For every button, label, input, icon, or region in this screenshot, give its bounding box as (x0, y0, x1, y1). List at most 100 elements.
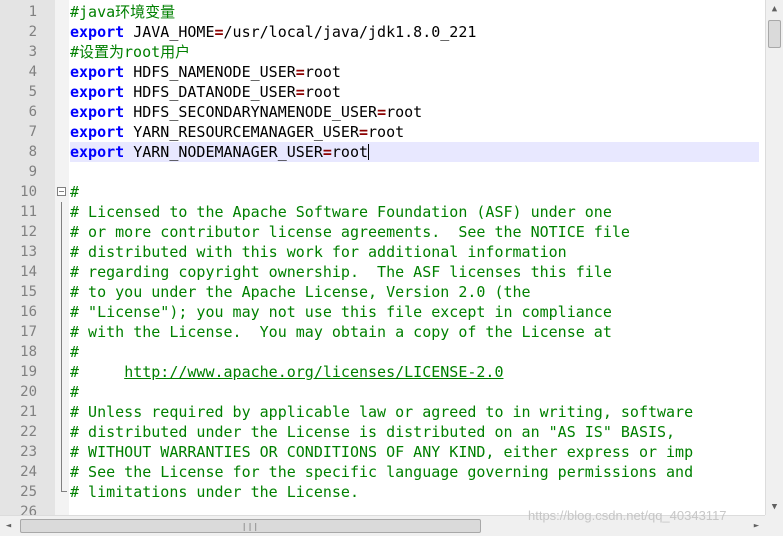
code-line[interactable]: 24 # See the License for the specific lan… (0, 462, 765, 482)
code-line[interactable]: 10 # (0, 182, 765, 202)
code-line[interactable]: 20 # (0, 382, 765, 402)
fold-guide-line (61, 202, 62, 222)
line-content (70, 162, 759, 182)
code-lines: 1 #java环境变量 2 export JAVA_HOME=/usr/local/j… (0, 2, 765, 515)
code-line[interactable]: 19 # http://www.apache.org/licenses/LICEN… (0, 362, 765, 382)
comment: # "License"); you may not use this file … (70, 303, 612, 321)
horizontal-scroll-thumb[interactable]: ||| (20, 519, 481, 533)
code-line[interactable]: 7 export YARN_RESOURCEMANAGER_USER=root (0, 122, 765, 142)
fold-guide-line (61, 362, 62, 382)
code-line[interactable]: 3 #设置为root用户 (0, 42, 765, 62)
scroll-left-arrow-icon[interactable]: ◄ (0, 516, 17, 536)
code-text: YARN_NODEMANAGER_USER (124, 143, 323, 161)
fold-guide-line (61, 442, 62, 462)
code-line[interactable]: 6 export HDFS_SECONDARYNAMENODE_USER=root (0, 102, 765, 122)
code-line[interactable]: 15 # to you under the Apache License, Ver… (0, 282, 765, 302)
line-content: # WITHOUT WARRANTIES OR CONDITIONS OF AN… (70, 442, 759, 462)
fold-guide-line (61, 282, 62, 302)
line-number: 3 (28, 44, 37, 60)
line-number: 23 (20, 444, 37, 460)
line-number: 9 (28, 164, 37, 180)
line-number: 17 (20, 324, 37, 340)
line-number: 11 (20, 204, 37, 220)
code-text: root (304, 63, 341, 81)
line-content: #java环境变量 (70, 2, 759, 22)
line-number: 13 (20, 244, 37, 260)
code-text: JAVA_HOME (124, 23, 215, 41)
line-number: 1 (28, 4, 37, 20)
license-link[interactable]: http://www.apache.org/licenses/LICENSE-2… (124, 363, 503, 381)
code-line[interactable]: 18 # (0, 342, 765, 362)
scroll-up-arrow-icon[interactable]: ▲ (766, 0, 783, 17)
line-content: # with the License. You may obtain a cop… (70, 322, 759, 342)
line-number: 8 (28, 144, 37, 160)
line-number: 16 (20, 304, 37, 320)
operator: = (295, 83, 305, 101)
comment: # limitations under the License. (70, 483, 359, 501)
line-content: export JAVA_HOME=/usr/local/java/jdk1.8.… (70, 22, 759, 42)
comment: # distributed under the License is distr… (70, 423, 676, 441)
scroll-right-arrow-icon[interactable]: ► (748, 516, 765, 536)
line-number: 25 (20, 484, 37, 500)
code-line[interactable]: 16 # "License"); you may not use this fil… (0, 302, 765, 322)
comment: # (70, 383, 80, 401)
code-line[interactable]: 4 export HDFS_NAMENODE_USER=root (0, 62, 765, 82)
line-content: # http://www.apache.org/licenses/LICENSE… (70, 362, 759, 382)
code-line[interactable]: 9 (0, 162, 765, 182)
code-line[interactable]: 17 # with the License. You may obtain a c… (0, 322, 765, 342)
code-line[interactable]: 12 # or more contributor license agreemen… (0, 222, 765, 242)
operator: = (359, 123, 369, 141)
fold-guide-line (61, 462, 62, 482)
line-content: # distributed under the License is distr… (70, 422, 759, 442)
line-content: export HDFS_SECONDARYNAMENODE_USER=root (70, 102, 759, 122)
line-content: # to you under the Apache License, Versi… (70, 282, 759, 302)
fold-guide-line (61, 322, 62, 342)
fold-guide-line (61, 262, 62, 282)
vertical-scroll-thumb[interactable] (768, 20, 781, 48)
scrollbar-corner (765, 515, 783, 536)
comment: # See the License for the specific langu… (70, 463, 694, 481)
code-text: root (386, 103, 423, 121)
code-line[interactable]: 1 #java环境变量 (0, 2, 765, 22)
line-content: # (70, 342, 759, 362)
line-number: 4 (28, 64, 37, 80)
scroll-down-arrow-icon[interactable]: ▼ (766, 498, 783, 515)
line-content: # distributed with this work for additio… (70, 242, 759, 262)
code-line[interactable]: 13 # distributed with this work for addit… (0, 242, 765, 262)
code-line[interactable]: 23 # WITHOUT WARRANTIES OR CONDITIONS OF … (0, 442, 765, 462)
line-number: 22 (20, 424, 37, 440)
comment: #设置为root用户 (70, 43, 191, 61)
code-line[interactable]: 21 # Unless required by applicable law or… (0, 402, 765, 422)
comment: # regarding copyright ownership. The ASF… (70, 263, 612, 281)
operator: = (295, 63, 305, 81)
code-line[interactable]: 14 # regarding copyright ownership. The A… (0, 262, 765, 282)
vertical-scrollbar[interactable]: ▲ ▼ (765, 0, 783, 515)
code-editor[interactable]: 1 #java环境变量 2 export JAVA_HOME=/usr/local/j… (0, 0, 765, 515)
line-content: # limitations under the License. (70, 482, 759, 502)
line-content: # "License"); you may not use this file … (70, 302, 759, 322)
code-text: YARN_RESOURCEMANAGER_USER (124, 123, 359, 141)
line-number: 19 (20, 364, 37, 380)
code-text: root (368, 123, 405, 141)
code-line[interactable]: 22 # distributed under the License is dis… (0, 422, 765, 442)
code-line[interactable]: 5 export HDFS_DATANODE_USER=root (0, 82, 765, 102)
fold-end-icon (61, 482, 67, 492)
line-content: export YARN_RESOURCEMANAGER_USER=root (70, 122, 759, 142)
line-number: 2 (28, 24, 37, 40)
line-content: # (70, 182, 759, 202)
code-line[interactable]: 8 export YARN_NODEMANAGER_USER=root (0, 142, 765, 162)
code-line[interactable]: 2 export JAVA_HOME=/usr/local/java/jdk1.8… (0, 22, 765, 42)
watermark: https://blog.csdn.net/qq_40343117 (528, 508, 727, 523)
line-content: # Unless required by applicable law or a… (70, 402, 759, 422)
code-line[interactable]: 25 # limitations under the License. (0, 482, 765, 502)
operator: = (377, 103, 387, 121)
fold-collapse-icon[interactable] (57, 187, 66, 196)
keyword: export (70, 143, 125, 161)
code-line[interactable]: 11 # Licensed to the Apache Software Foun… (0, 202, 765, 222)
comment: #java环境变量 (70, 3, 176, 21)
comment: # (70, 343, 80, 361)
line-number: 21 (20, 404, 37, 420)
keyword: export (70, 123, 125, 141)
line-number: 10 (20, 184, 37, 200)
comment: # or more contributor license agreements… (70, 223, 630, 241)
